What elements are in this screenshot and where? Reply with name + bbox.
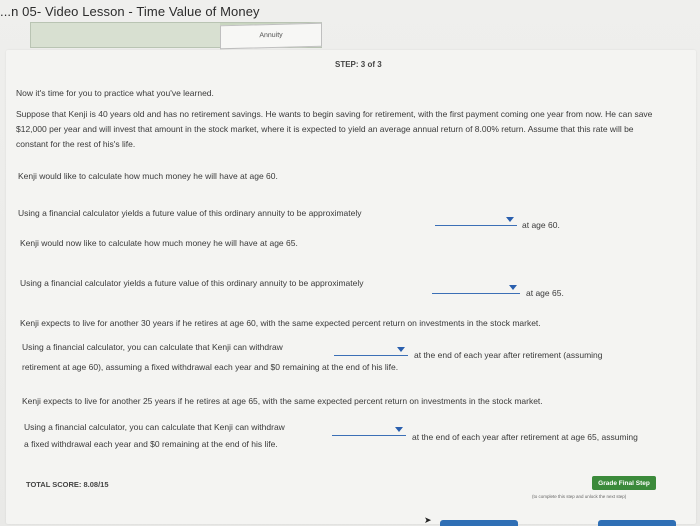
q3-prompt: Using a financial calculator, you can ca… (22, 342, 283, 352)
q1-intro: Kenji would like to calculate how much m… (18, 171, 278, 181)
intro-text: Now it's time for you to practice what y… (16, 88, 214, 98)
total-score: TOTAL SCORE: 8.08/15 (26, 480, 109, 489)
bottom-nav-button-right[interactable] (598, 520, 676, 526)
q4-prompt: Using a financial calculator, you can ca… (24, 422, 285, 432)
q4-intro: Kenji expects to live for another 25 yea… (22, 396, 543, 406)
bottom-nav-button-left[interactable] (440, 520, 518, 526)
chevron-down-icon (395, 427, 403, 432)
page-title: ...n 05- Video Lesson - Time Value of Mo… (0, 4, 260, 19)
q1-prompt: Using a financial calculator yields a fu… (18, 208, 362, 218)
mouse-cursor-icon: ➤ (424, 515, 432, 525)
q3-intro: Kenji expects to live for another 30 yea… (20, 318, 541, 328)
q2-intro: Kenji would now like to calculate how mu… (20, 238, 298, 248)
q1-suffix: at age 60. (522, 220, 560, 230)
q3-answer-dropdown[interactable] (334, 346, 408, 356)
chevron-down-icon (506, 217, 514, 222)
scenario-text: Suppose that Kenji is 40 years old and h… (16, 109, 653, 149)
q2-prompt: Using a financial calculator yields a fu… (20, 278, 364, 288)
chevron-down-icon (397, 347, 405, 352)
q4-line2: a fixed withdrawal each year and $0 rema… (24, 439, 278, 449)
q2-answer-dropdown[interactable] (432, 284, 520, 294)
q4-answer-dropdown[interactable] (332, 426, 406, 436)
q3-line2: retirement at age 60), assuming a fixed … (22, 362, 399, 372)
page: ...n 05- Video Lesson - Time Value of Mo… (0, 0, 700, 526)
progress-tab-label: Annuity (220, 22, 322, 50)
progress-fill (31, 23, 220, 47)
grade-final-step-button[interactable]: Grade Final Step (592, 476, 656, 490)
q3-suffix: at the end of each year after retirement… (414, 350, 603, 360)
q2-suffix: at age 65. (526, 288, 564, 298)
step-indicator: STEP: 3 of 3 (335, 60, 382, 69)
chevron-down-icon (509, 285, 517, 290)
grade-note: (to complete this step and unlock the ne… (532, 494, 627, 499)
q1-answer-dropdown[interactable] (435, 216, 517, 226)
q4-suffix: at the end of each year after retirement… (412, 432, 638, 442)
